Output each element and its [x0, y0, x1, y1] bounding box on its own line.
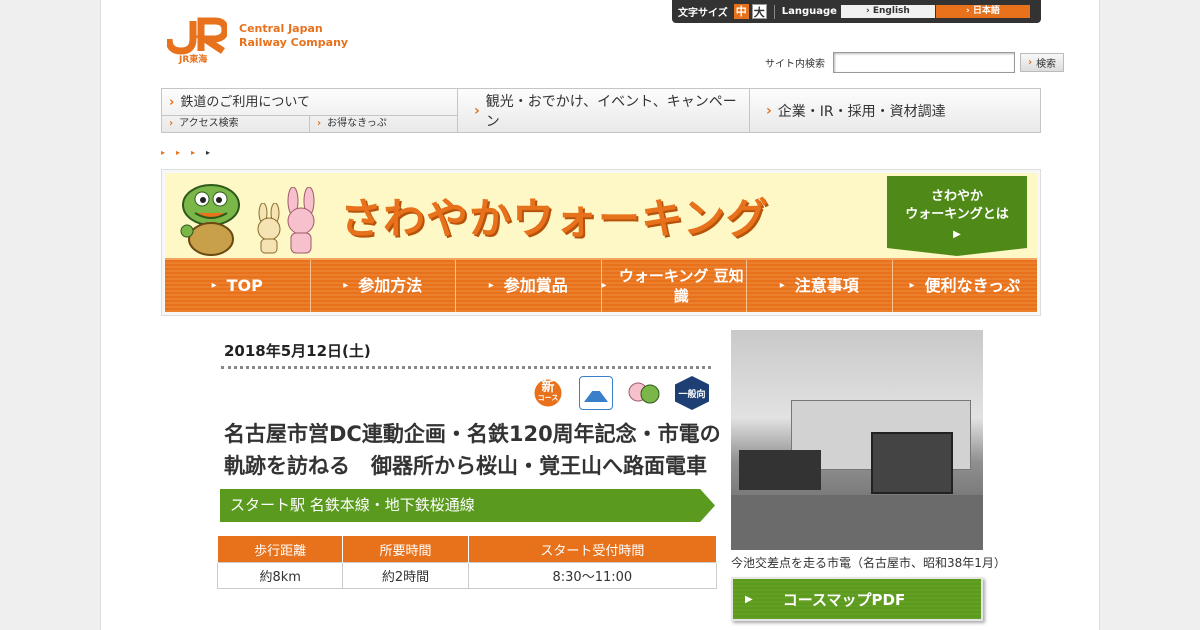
jr-logo-mark: JR東海	[165, 17, 229, 65]
event-date: 2018年5月12日(土)	[224, 342, 371, 360]
nav-railway[interactable]: › 鉄道のご利用について	[162, 89, 457, 116]
general-audience-badge: 一般向	[675, 376, 709, 410]
course-map-pdf-button[interactable]: ▶ コースマップPDF	[731, 577, 983, 621]
nav-travel[interactable]: › 観光・おでかけ、イベント、キャンペーン	[458, 89, 750, 132]
japanese-button[interactable]: › 日本語	[935, 5, 1030, 18]
chevron-right-icon: ›	[317, 118, 322, 129]
logo-company-name: Central Japan Railway Company	[239, 22, 348, 50]
site-search: サイト内検索 検索	[765, 52, 1064, 73]
header-duration: 所要時間	[342, 535, 469, 563]
whatis-line2: ウォーキングとは	[905, 207, 1009, 222]
start-station-bar: スタート駅 名鉄本線・地下鉄桜通線	[220, 489, 715, 522]
text-size-label: 文字サイズ	[678, 8, 728, 19]
banner-header: さわやかウォーキング さわやか ウォーキングとは ▶	[165, 173, 1037, 259]
historic-tram-photo	[731, 330, 983, 550]
whatis-line1: さわやか	[930, 189, 983, 204]
dotted-divider	[221, 366, 711, 369]
nav-railway-subs: › アクセス検索 › お得なきっぷ	[162, 116, 457, 132]
triangle-right-icon: ▶	[745, 593, 753, 605]
triangle-right-icon: ▶	[953, 229, 961, 240]
logo-mark-sub: JR東海	[179, 55, 208, 65]
logo-name-line1: Central Japan	[239, 22, 323, 35]
photo-road	[731, 495, 983, 550]
value-distance: 約8km	[216, 562, 344, 589]
text-size-large-button[interactable]: 大	[751, 4, 767, 19]
mountain-icon	[584, 386, 608, 402]
search-label: サイト内検索	[765, 59, 825, 70]
chevron-right-icon: ›	[766, 102, 772, 119]
walking-banner: さわやかウォーキング さわやか ウォーキングとは ▶ TOP 参加方法 参加賞品…	[161, 169, 1041, 316]
logo-name-line2: Railway Company	[239, 36, 349, 49]
mascot-pair-icon	[628, 382, 660, 404]
photo-caption: 今池交差点を走る市電（名古屋市、昭和38年1月）	[731, 556, 1006, 570]
language-label: Language	[781, 6, 837, 17]
header-start-time: スタート受付時間	[467, 535, 718, 563]
breadcrumb-link[interactable]: ▸	[176, 148, 180, 157]
breadcrumb: ▸ ▸ ▸ ▸	[161, 148, 210, 157]
header-distance: 歩行距離	[216, 535, 344, 563]
banner-nav-tips[interactable]: ウォーキング 豆知識	[601, 260, 747, 312]
event-title: 名古屋市営DC連動企画・名鉄120周年記念・市電の軌跡を訪ねる 御器所から桜山・…	[224, 422, 721, 478]
global-nav: › 鉄道のご利用について › アクセス検索 › お得なきっぷ › 観光・おでかけ、イベン…	[161, 88, 1041, 133]
what-is-walking-button[interactable]: さわやか ウォーキングとは ▶	[887, 176, 1027, 256]
divider	[773, 4, 775, 19]
nav-tickets-label: お得なきっぷ	[327, 118, 387, 129]
table-header-row: 歩行距離 所要時間 スタート受付時間	[216, 535, 718, 563]
english-button[interactable]: › English	[840, 5, 935, 18]
event-info-table: 歩行距離 所要時間 スタート受付時間 約8km 約2時間 8:30～11:00	[216, 535, 718, 589]
chevron-right-icon: ›	[474, 102, 480, 119]
text-size-medium-button[interactable]: 中	[733, 4, 749, 19]
banner-nav-prizes[interactable]: 参加賞品	[456, 260, 602, 312]
banner-title: さわやかウォーキング	[340, 194, 769, 243]
value-start-time: 8:30～11:00	[467, 562, 718, 589]
nav-corporate-label: 企業・IR・採用・資材調達	[777, 103, 946, 120]
pdf-button-label: コースマップPDF	[782, 590, 906, 609]
search-input[interactable]	[833, 52, 1015, 73]
new-course-badge: 新 コース	[531, 376, 565, 410]
breadcrumb-link[interactable]: ▸	[191, 148, 195, 157]
search-button[interactable]: 検索	[1020, 53, 1064, 72]
banner-nav-top[interactable]: TOP	[165, 260, 311, 312]
banner-nav-tickets[interactable]: 便利なきっぷ	[892, 260, 1037, 312]
photo-truck	[739, 450, 821, 490]
new-badge-sub: コース	[537, 394, 559, 402]
value-duration: 約2時間	[342, 562, 469, 589]
frog-mascot-icon	[180, 184, 240, 256]
nav-access-label: アクセス検索	[179, 118, 239, 129]
banner-nav-notes[interactable]: 注意事項	[747, 260, 893, 312]
nav-railway-column: › 鉄道のご利用について › アクセス検索 › お得なきっぷ	[162, 89, 458, 132]
breadcrumb-link[interactable]: ▸	[161, 148, 165, 157]
japanese-label: 日本語	[972, 6, 1000, 16]
photo-tram	[871, 432, 953, 494]
nav-corporate[interactable]: › 企業・IR・採用・資材調達	[750, 89, 1040, 132]
jr-central-logo[interactable]: JR東海 Central Japan Railway Company	[165, 17, 348, 65]
utility-bar: 文字サイズ 中 大 Language › English › 日本語	[672, 0, 1041, 23]
pink-rabbit-mascot-icon	[287, 187, 315, 254]
chevron-right-icon: ›	[169, 118, 174, 129]
chevron-right-icon: ›	[169, 95, 175, 110]
mascot-pair-badge	[627, 376, 661, 410]
banner-nav: TOP 参加方法 参加賞品 ウォーキング 豆知識 注意事項 便利なきっぷ	[165, 258, 1037, 312]
mount-fuji-badge	[579, 376, 613, 410]
banner-nav-how-to-join[interactable]: 参加方法	[310, 260, 456, 312]
nav-access[interactable]: › アクセス検索	[162, 116, 310, 132]
nav-railway-label: 鉄道のご利用について	[180, 95, 310, 110]
course-badges: 新 コース 一般向	[531, 376, 709, 410]
nav-tickets[interactable]: › お得なきっぷ	[310, 116, 457, 132]
nav-travel-label: 観光・おでかけ、イベント、キャンペーン	[485, 93, 737, 130]
breadcrumb-current: ▸	[206, 148, 211, 157]
english-label: English	[872, 6, 910, 16]
new-badge-label: 新	[541, 380, 555, 395]
page-container: 文字サイズ 中 大 Language › English › 日本語 JR東海 …	[100, 0, 1100, 630]
table-row: 約8km 約2時間 8:30～11:00	[216, 562, 718, 589]
